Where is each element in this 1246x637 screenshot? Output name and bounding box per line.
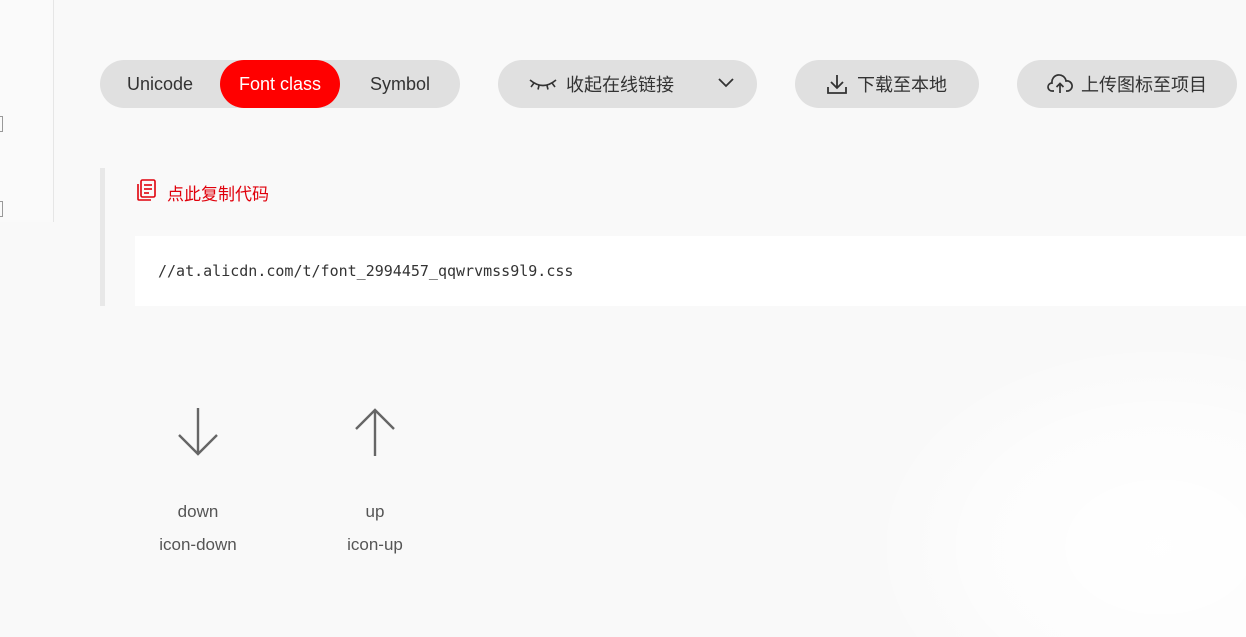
tab-symbol[interactable]: Symbol	[340, 60, 460, 108]
icon-class-label: icon-down	[159, 535, 237, 554]
icon-card-down[interactable]: down icon-down	[128, 400, 268, 555]
arrow-up-icon	[305, 400, 445, 464]
arrow-down-icon	[128, 400, 268, 464]
collapse-online-link-label: 收起在线链接	[566, 75, 674, 95]
code-url-box[interactable]: //at.alicdn.com/t/font_2994457_qqwrvmss9…	[135, 236, 1246, 306]
download-local-button[interactable]: 下载至本地	[795, 60, 979, 108]
background-brush-decoration	[866, 337, 1246, 637]
download-icon	[825, 72, 849, 96]
tab-unicode[interactable]: Unicode	[100, 60, 220, 108]
chevron-down-icon	[717, 76, 735, 88]
code-block: 点此复制代码 //at.alicdn.com/t/font_2994457_qq…	[100, 168, 1246, 306]
embed-mode-tabs: Unicode Font class Symbol	[100, 60, 460, 108]
icon-class-label: icon-up	[347, 535, 403, 554]
sidebar-marker	[0, 116, 3, 132]
upload-to-project-label: 上传图标至项目	[1081, 75, 1207, 95]
copy-code-link[interactable]: 点此复制代码	[135, 178, 269, 207]
tab-font-class[interactable]: Font class	[220, 60, 340, 108]
collapse-online-link-button[interactable]: 收起在线链接	[498, 60, 757, 108]
icon-name-label: up	[365, 502, 385, 521]
left-sidebar	[0, 0, 54, 222]
copy-code-label: 点此复制代码	[167, 185, 269, 204]
copy-document-icon	[135, 178, 159, 207]
icon-name-label: down	[177, 502, 219, 521]
icon-card-up[interactable]: up icon-up	[305, 400, 445, 555]
stylesheet-url: //at.alicdn.com/t/font_2994457_qqwrvmss9…	[158, 262, 574, 280]
eye-closed-icon	[528, 77, 558, 91]
download-local-label: 下载至本地	[857, 75, 947, 95]
cloud-upload-icon	[1047, 73, 1073, 95]
upload-to-project-button[interactable]: 上传图标至项目	[1017, 60, 1237, 108]
sidebar-marker	[0, 201, 3, 217]
